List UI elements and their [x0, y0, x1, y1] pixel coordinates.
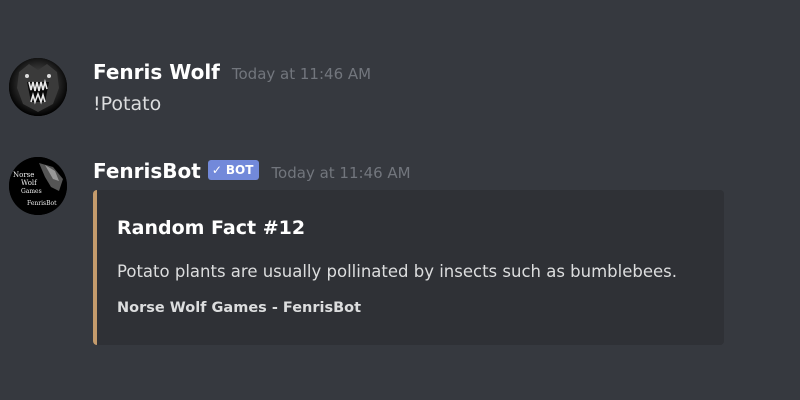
logo-text-norse: Norse — [13, 171, 34, 179]
logo-text-wolf: Wolf — [21, 179, 38, 187]
timestamp: Today at 11:46 AM — [271, 163, 411, 182]
norse-wolf-games-logo-icon: Norse Wolf Games FenrisBot — [9, 157, 67, 215]
checkmark-icon: ✓ — [211, 163, 222, 177]
bot-avatar[interactable]: Norse Wolf Games FenrisBot — [9, 157, 67, 215]
message-content: !Potato — [93, 93, 162, 115]
logo-text-games: Games — [21, 188, 42, 195]
logo-text-fenrisbot: FenrisBot — [27, 200, 57, 207]
embed-footer: Norse Wolf Games - FenrisBot — [117, 300, 362, 316]
bot-badge-label: BOT — [225, 163, 254, 177]
wolf-snarl-icon — [9, 58, 67, 116]
embed-description: Potato plants are usually pollinated by … — [117, 262, 678, 281]
bot-badge: ✓ BOT — [207, 160, 260, 180]
timestamp: Today at 11:46 AM — [231, 64, 372, 83]
message-embed: Random Fact #12 Potato plants are usuall… — [93, 190, 724, 345]
username[interactable]: Fenris Wolf — [93, 60, 220, 84]
chat-messages: Fenris Wolf Today at 11:46 AM !Potato No… — [0, 0, 800, 400]
username[interactable]: FenrisBot — [93, 159, 201, 183]
embed-title: Random Fact #12 — [117, 217, 306, 239]
message-header: Fenris Wolf Today at 11:46 AM — [93, 57, 371, 87]
message-header: FenrisBot ✓ BOT Today at 11:46 AM — [93, 156, 411, 186]
user-avatar[interactable] — [9, 58, 67, 116]
